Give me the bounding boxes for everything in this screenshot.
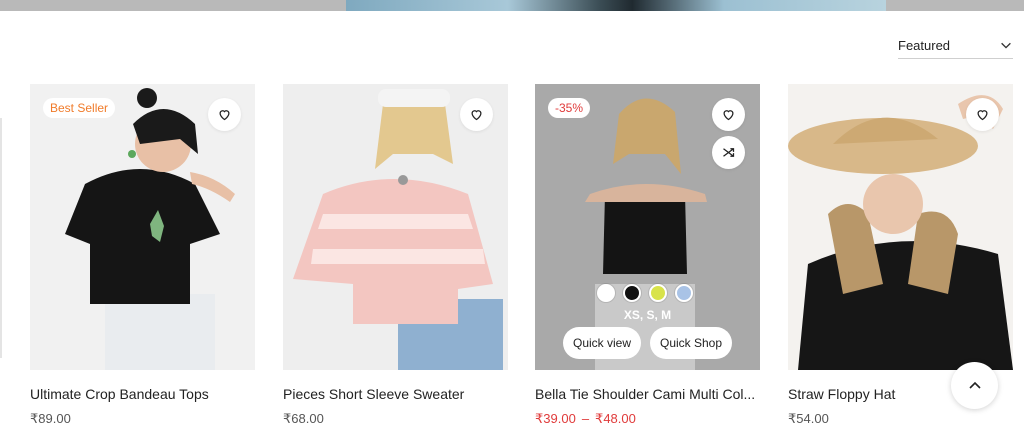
page-edge-divider bbox=[0, 118, 2, 358]
wishlist-button[interactable] bbox=[712, 98, 745, 131]
heart-icon bbox=[977, 110, 988, 121]
heart-icon bbox=[723, 110, 734, 121]
swatch-light-blue[interactable] bbox=[675, 284, 693, 302]
heart-icon bbox=[471, 110, 482, 121]
swatch-white[interactable] bbox=[597, 284, 615, 302]
wishlist-button[interactable] bbox=[460, 98, 493, 131]
chevron-down-icon bbox=[1001, 42, 1011, 49]
product-title[interactable]: Ultimate Crop Bandeau Tops bbox=[30, 386, 258, 402]
available-sizes: XS, S, M bbox=[623, 308, 672, 322]
color-swatches bbox=[597, 284, 693, 302]
shuffle-icon bbox=[723, 148, 735, 157]
hero-banner-strip bbox=[0, 0, 1024, 11]
product-card[interactable]: Straw Floppy Hat ₹54.00 bbox=[788, 84, 1013, 426]
discount-badge: -35% bbox=[548, 98, 591, 118]
best-seller-badge: Best Seller bbox=[43, 98, 116, 118]
product-card[interactable]: Pieces Short Sleeve Sweater ₹68.00 bbox=[283, 84, 508, 426]
product-image[interactable]: -35% XS, S, M Quick view Quick Shop bbox=[535, 84, 760, 370]
quick-view-button[interactable]: Quick view bbox=[563, 327, 642, 359]
product-price: ₹68.00 bbox=[283, 411, 324, 426]
product-title[interactable]: Pieces Short Sleeve Sweater bbox=[283, 386, 511, 402]
swatch-lime[interactable] bbox=[649, 284, 667, 302]
product-image[interactable]: Best Seller bbox=[30, 84, 255, 370]
product-image[interactable] bbox=[283, 84, 508, 370]
wishlist-button[interactable] bbox=[966, 98, 999, 131]
product-image[interactable] bbox=[788, 84, 1013, 370]
swatch-black[interactable] bbox=[623, 284, 641, 302]
chevron-up-icon bbox=[968, 381, 981, 389]
price-to: ₹48.00 bbox=[595, 411, 636, 426]
price-separator: – bbox=[581, 411, 590, 426]
product-title[interactable]: Bella Tie Shoulder Cami Multi Col... bbox=[535, 386, 763, 402]
product-price: ₹89.00 bbox=[30, 411, 71, 426]
price-from: ₹39.00 bbox=[535, 411, 576, 426]
product-price-range: ₹39.00– ₹48.00 bbox=[535, 411, 636, 427]
heart-icon bbox=[219, 110, 230, 121]
sort-selected-label: Featured bbox=[898, 37, 951, 53]
back-to-top-button[interactable] bbox=[951, 362, 998, 409]
compare-button[interactable] bbox=[712, 136, 745, 169]
sort-dropdown[interactable]: Featured bbox=[898, 32, 1013, 59]
product-price: ₹54.00 bbox=[788, 411, 829, 426]
quick-shop-button[interactable]: Quick Shop bbox=[650, 327, 733, 359]
product-card[interactable]: Best Seller Ultimate Crop Bandeau Tops ₹… bbox=[30, 84, 255, 426]
hero-banner-image bbox=[346, 0, 886, 11]
product-card[interactable]: -35% XS, S, M Quick view Quick Shop Bell… bbox=[535, 84, 760, 426]
wishlist-button[interactable] bbox=[208, 98, 241, 131]
